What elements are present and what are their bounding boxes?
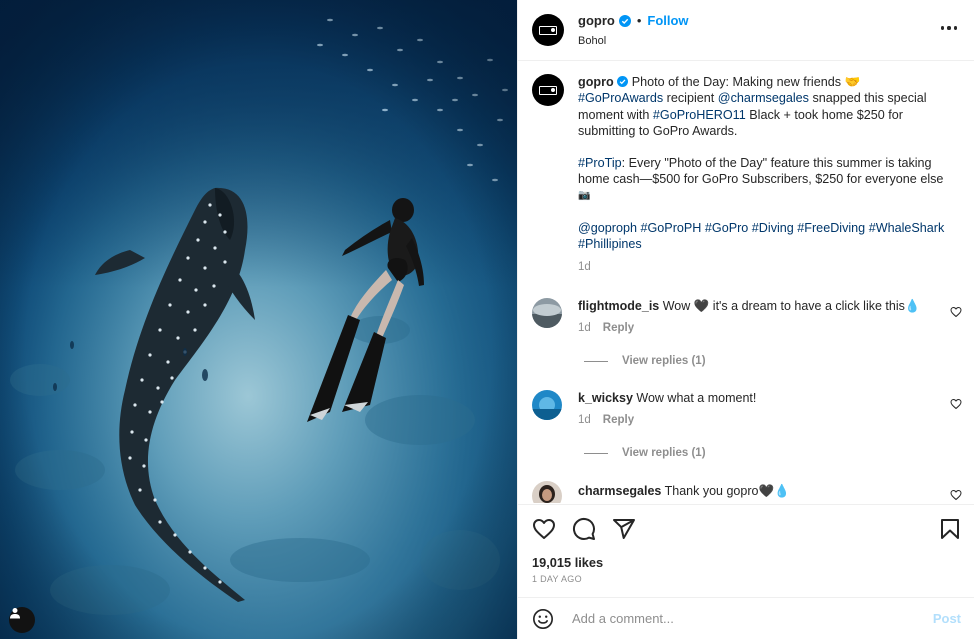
hashtag-link[interactable]: #GoProAwards [578,91,663,105]
comment-icon[interactable] [572,517,596,541]
view-replies-button[interactable]: View replies (1) [584,447,706,459]
more-dot-icon [953,26,957,30]
commenter-username[interactable]: k_wicksy [578,391,633,405]
commenter-avatar[interactable] [532,481,562,503]
comment-text: Thank you gopro🖤💧 [661,484,790,498]
verified-badge-icon [618,14,631,27]
comment-text: Wow 🖤 it's a dream to have a click like … [659,299,921,313]
add-comment-bar: Add a comment... Post [518,597,974,639]
caption-username[interactable]: gopro [578,75,614,89]
like-comment-heart-icon[interactable] [950,306,962,318]
more-dot-icon [941,26,945,30]
bookmark-icon[interactable] [938,517,962,541]
caption-text: home cash—$500 for GoPro Subscribers, $2… [578,172,944,187]
caption-timestamp[interactable]: 1d [578,259,962,275]
caption-text: : Every "Photo of the Day" feature this … [621,156,932,171]
more-dot-icon [947,26,951,30]
commenter-avatar[interactable] [532,298,562,328]
post-modal: gopro • Follow Bohol gopro Photo of the … [0,0,974,639]
view-replies-label: View replies (1) [622,447,706,459]
user-icon [10,608,20,619]
likes-count[interactable]: 19,015 likes [532,555,603,570]
comment-item: k_wicksy Wow what a moment! 1d Reply [532,390,962,426]
gopro-logo-icon [539,25,557,35]
author-username[interactable]: gopro [578,13,615,28]
hashtag-list[interactable]: #Phillipines [578,236,962,252]
view-replies-label: View replies (1) [622,355,706,367]
separator-dot: • [636,13,642,28]
post-header: gopro • Follow Bohol [518,0,974,61]
caption-text: recipient [663,91,718,106]
caption-text: Black + took home $250 for [745,107,903,122]
comment-text: Wow what a moment! [632,391,757,405]
underwater-scene [0,0,517,639]
post-comment-button[interactable]: Post [933,611,961,626]
mention-link[interactable]: @charmsegales [718,91,809,105]
hashtag-link[interactable]: #GoProHERO11 [653,108,746,122]
commenter-avatar[interactable] [532,390,562,420]
comment-item: charmsegales Thank you gopro🖤💧 [532,481,962,503]
caption-author-avatar[interactable] [532,74,564,106]
verified-badge-icon [617,76,629,87]
heart-icon[interactable] [532,517,556,541]
like-comment-heart-icon[interactable] [950,398,962,410]
post-location[interactable]: Bohol [578,35,689,47]
hashtag-link[interactable]: #ProTip [578,156,622,170]
post-caption: gopro Photo of the Day: Making new frien… [532,74,962,275]
reply-button[interactable]: Reply [603,322,634,334]
follow-button[interactable]: Follow [647,13,688,28]
author-avatar[interactable] [532,14,564,46]
comment-item: flightmode_is Wow 🖤 it's a dream to have… [532,298,962,334]
share-icon[interactable] [612,517,636,541]
more-options-button[interactable] [941,20,957,36]
view-replies-button[interactable]: View replies (1) [584,355,706,367]
comment-time[interactable]: 1d [578,322,591,334]
comment-time[interactable]: 1d [578,414,591,426]
post-age[interactable]: 1 DAY AGO [532,574,582,584]
tagged-users-button[interactable] [9,607,35,633]
camera-emoji: 📷 [578,189,591,201]
caption-text: Photo of the Day: Making new friends 🤝 [631,75,861,89]
like-comment-heart-icon[interactable] [950,489,962,501]
commenter-username[interactable]: charmsegales [578,484,661,498]
post-photo[interactable] [0,0,517,639]
commenter-username[interactable]: flightmode_is [578,299,659,313]
caption-text: snapped this special [808,91,927,106]
comment-input[interactable]: Add a comment... [572,611,674,626]
post-actions: 19,015 likes 1 DAY AGO Add a comment... … [518,504,974,638]
caption-text: submitting to GoPro Awards. [578,123,738,138]
hashtag-list[interactable]: @goproph #GoProPH #GoPro #Diving #FreeDi… [578,220,962,236]
caption-text: moment with [578,107,653,122]
emoji-icon[interactable] [532,608,554,630]
gopro-logo-icon [539,85,557,95]
reply-button[interactable]: Reply [603,414,634,426]
post-details-panel: gopro • Follow Bohol gopro Photo of the … [517,0,974,639]
